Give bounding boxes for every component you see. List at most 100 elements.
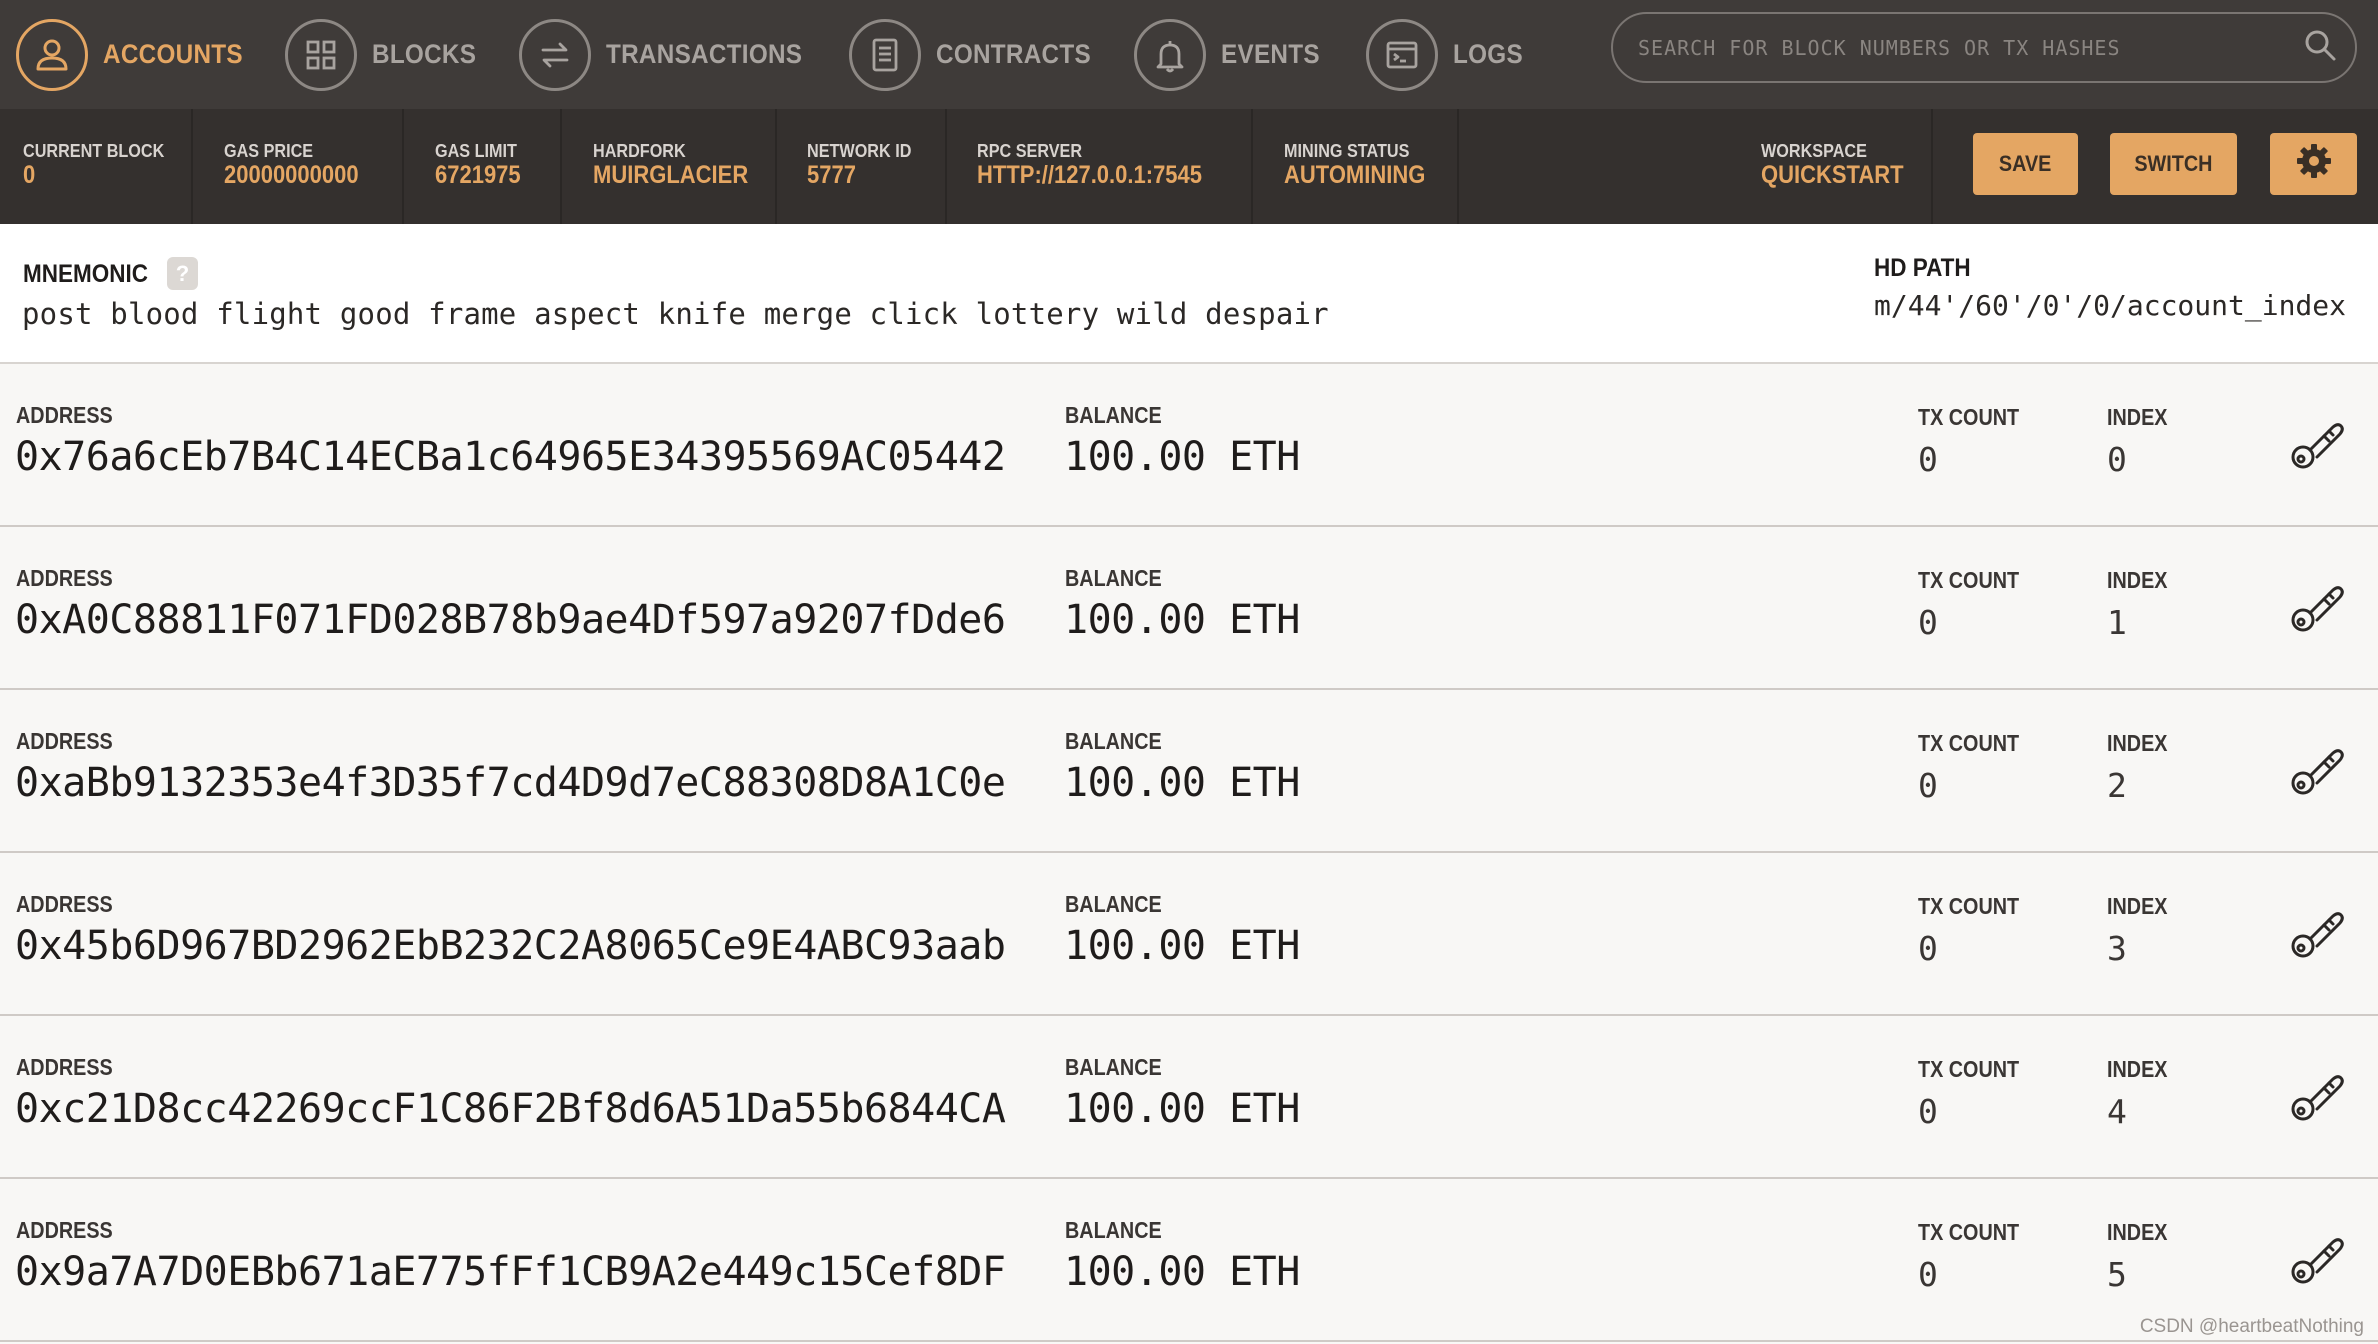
key-icon[interactable] — [2286, 1227, 2348, 1289]
mnemonic-label: MNEMONIC — [23, 260, 149, 288]
watermark: CSDN @heartbeatNothing — [2139, 1316, 2364, 1337]
nav-accounts[interactable]: ACCOUNTS — [16, 0, 258, 109]
nav-events[interactable]: EVENTS — [1134, 0, 1331, 109]
index-value: 4 — [2107, 1092, 2127, 1131]
tx-count-value: 0 — [1918, 603, 1938, 642]
switch-button[interactable]: SWITCH — [2110, 133, 2237, 195]
balance-value: 100.00 ETH — [1064, 597, 1300, 643]
nav-transactions[interactable]: TRANSACTIONS — [519, 0, 824, 109]
address-label: ADDRESS — [16, 1217, 113, 1243]
save-button-label: SAVE — [1999, 151, 2052, 176]
stat-label: WORKSPACE — [1761, 141, 1867, 161]
stat-value: 5777 — [807, 161, 856, 189]
index-label: INDEX — [2107, 404, 2168, 430]
terminal-icon — [1366, 18, 1438, 91]
stat-label: CURRENT BLOCK — [23, 141, 165, 161]
stat-value: HTTP://127.0.0.1:7545 — [977, 161, 1203, 189]
balance-label: BALANCE — [1065, 565, 1162, 591]
key-icon[interactable] — [2286, 1064, 2348, 1126]
balance-value: 100.00 ETH — [1064, 923, 1300, 969]
address-label: ADDRESS — [16, 1054, 113, 1080]
stat-label: RPC SERVER — [977, 141, 1083, 161]
search-input[interactable] — [1638, 35, 2303, 60]
account-row[interactable]: ADDRESS 0xA0C88811F071FD028B78b9ae4Df597a… — [0, 527, 2378, 690]
key-icon[interactable] — [2286, 575, 2348, 637]
balance-label: BALANCE — [1065, 1217, 1162, 1243]
index-value: 0 — [2107, 440, 2127, 479]
divider — [402, 109, 404, 224]
stat-label: HARDFORK — [593, 141, 686, 161]
address-value: 0xA0C88811F071FD028B78b9ae4Df597a9207fDd… — [15, 597, 1006, 643]
account-row[interactable]: ADDRESS 0x76a6cEb7B4C14ECBa1c64965E343955… — [0, 364, 2378, 527]
search-box — [1611, 12, 2357, 83]
address-value: 0x76a6cEb7B4C14ECBa1c64965E34395569AC054… — [15, 434, 1006, 480]
account-row[interactable]: ADDRESS 0xc21D8cc42269ccF1C86F2Bf8d6A51Da… — [0, 1016, 2378, 1179]
tx-count-value: 0 — [1918, 1092, 1938, 1131]
index-label: INDEX — [2107, 1219, 2168, 1245]
index-value: 5 — [2107, 1255, 2127, 1294]
balance-value: 100.00 ETH — [1064, 434, 1300, 480]
account-row[interactable]: ADDRESS 0xaBb9132353e4f3D35f7cd4D9d7eC883… — [0, 690, 2378, 853]
stat-value: 6721975 — [435, 161, 521, 189]
address-value: 0xaBb9132353e4f3D35f7cd4D9d7eC88308D8A1C… — [15, 760, 1006, 806]
top-navigation: ACCOUNTS BLOCKS TRANSACTIONS CONTRACTS E… — [0, 0, 2378, 109]
index-label: INDEX — [2107, 893, 2168, 919]
index-label: INDEX — [2107, 730, 2168, 756]
tx-count-value: 0 — [1918, 929, 1938, 968]
nav-events-label: EVENTS — [1221, 39, 1320, 69]
address-value: 0x9a7A7D0EBb671aE775fFf1CB9A2e449c15Cef8… — [15, 1249, 1006, 1295]
divider — [1251, 109, 1253, 224]
stat-value: QUICKSTART — [1761, 161, 1904, 189]
tx-count-label: TX COUNT — [1918, 567, 2020, 593]
account-row[interactable]: ADDRESS 0x9a7A7D0EBb671aE775fFf1CB9A2e449… — [0, 1179, 2378, 1342]
tx-count-value: 0 — [1918, 766, 1938, 805]
balance-value: 100.00 ETH — [1064, 1249, 1300, 1295]
help-badge[interactable]: ? — [167, 257, 198, 290]
divider — [1931, 109, 1933, 224]
search-icon[interactable] — [2303, 28, 2337, 67]
document-icon — [849, 18, 921, 91]
key-icon[interactable] — [2286, 738, 2348, 800]
tx-count-value: 0 — [1918, 1255, 1938, 1294]
account-row[interactable]: ADDRESS 0x45b6D967BD2962EbB232C2A8065Ce9E… — [0, 853, 2378, 1016]
stat-label: GAS PRICE — [224, 141, 314, 161]
stat-value: 0 — [23, 161, 36, 189]
bell-icon — [1134, 18, 1206, 91]
nav-logs-label: LOGS — [1453, 39, 1523, 69]
save-button[interactable]: SAVE — [1973, 133, 2078, 195]
nav-logs[interactable]: LOGS — [1366, 0, 1531, 109]
arrows-swap-icon — [519, 18, 591, 91]
nav-blocks[interactable]: BLOCKS — [285, 0, 488, 109]
divider — [191, 109, 193, 224]
hd-path-value: m/44'/60'/0'/0/account_index — [1874, 289, 2347, 322]
gear-icon — [2294, 141, 2334, 187]
key-icon[interactable] — [2286, 901, 2348, 963]
mnemonic-panel: MNEMONIC ? post blood flight good frame … — [0, 224, 2378, 364]
index-value: 1 — [2107, 603, 2127, 642]
nav-contracts-label: CONTRACTS — [936, 39, 1091, 69]
stat-label: NETWORK ID — [807, 141, 912, 161]
index-label: INDEX — [2107, 567, 2168, 593]
grid-icon — [285, 18, 357, 91]
tx-count-label: TX COUNT — [1918, 1056, 2020, 1082]
nav-contracts[interactable]: CONTRACTS — [849, 0, 1108, 109]
nav-transactions-label: TRANSACTIONS — [606, 39, 803, 69]
tx-count-value: 0 — [1918, 440, 1938, 479]
balance-label: BALANCE — [1065, 728, 1162, 754]
nav-accounts-label: ACCOUNTS — [103, 39, 243, 69]
stat-value: 20000000000 — [224, 161, 359, 189]
key-icon[interactable] — [2286, 412, 2348, 474]
hd-path-label: HD PATH — [1874, 254, 1971, 282]
index-value: 3 — [2107, 929, 2127, 968]
tx-count-label: TX COUNT — [1918, 1219, 2020, 1245]
tx-count-label: TX COUNT — [1918, 404, 2020, 430]
settings-button[interactable] — [2270, 133, 2357, 195]
stat-label: GAS LIMIT — [435, 141, 517, 161]
divider — [560, 109, 562, 224]
index-value: 2 — [2107, 766, 2127, 805]
address-value: 0xc21D8cc42269ccF1C86F2Bf8d6A51Da55b6844… — [15, 1086, 1006, 1132]
address-label: ADDRESS — [16, 402, 113, 428]
balance-label: BALANCE — [1065, 1054, 1162, 1080]
balance-label: BALANCE — [1065, 402, 1162, 428]
index-label: INDEX — [2107, 1056, 2168, 1082]
